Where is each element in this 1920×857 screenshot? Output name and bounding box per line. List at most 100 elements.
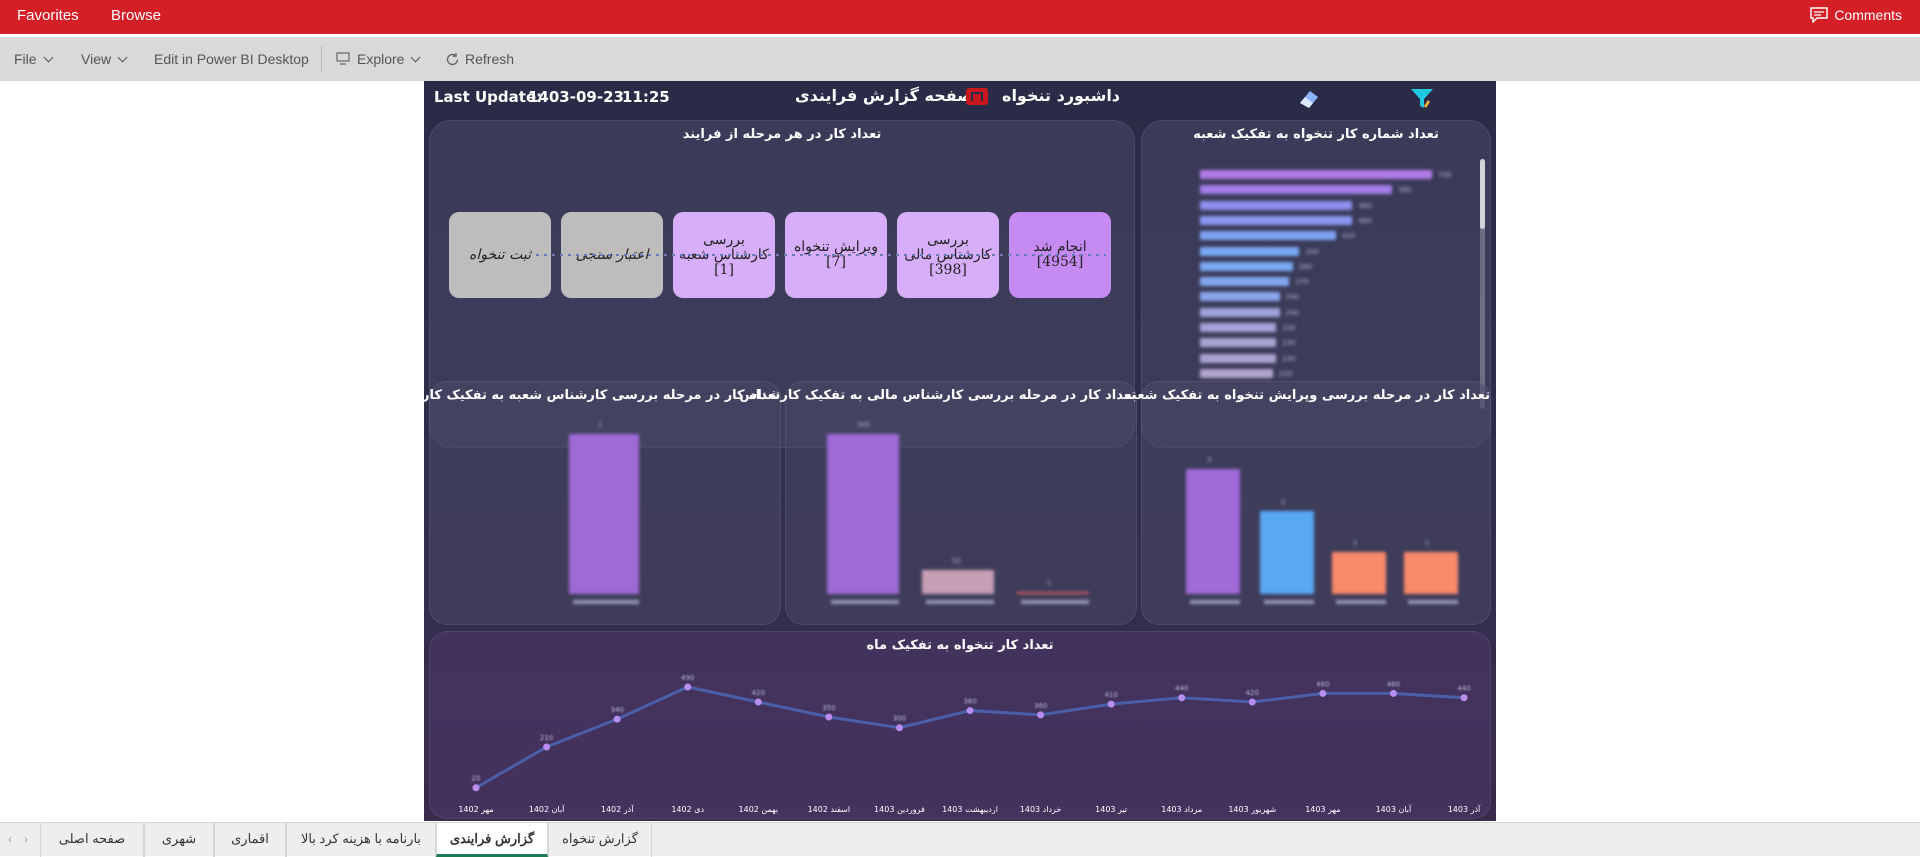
monthly-panel: تعداد کار تنخواه به تفکیک ماه 20 مهر 1402… [429, 631, 1491, 819]
browse-link[interactable]: Browse [111, 0, 161, 34]
branch-bar[interactable] [1200, 170, 1432, 179]
page-tab[interactable]: بارنامه با هزینه کرد بالا [286, 823, 436, 857]
explore-menu[interactable]: Explore [336, 37, 421, 81]
monthly-point-value: 460 [1316, 680, 1329, 688]
bar-category-label [1408, 600, 1458, 604]
monthly-line-chart: 20 مهر 1402 210 آبان 1402 340 آذر 1402 490 دی 1… [458, 674, 1481, 814]
chevron-down-icon [411, 52, 421, 62]
monthly-point-value: 490 [681, 674, 694, 682]
month-tick-label: آذر 1402 [601, 804, 634, 814]
scrollbar[interactable] [1480, 159, 1485, 409]
monthly-point[interactable] [543, 743, 551, 751]
branch-bar[interactable] [1200, 246, 1300, 256]
month-tick-label: اسفند 1402 [808, 805, 851, 814]
branch-bar[interactable] [1200, 353, 1277, 363]
monthly-point[interactable] [825, 713, 833, 721]
monthly-point-value: 440 [1457, 685, 1470, 693]
monthly-point-value: 420 [752, 689, 765, 697]
branch-bar-value: 270 [1295, 278, 1309, 287]
page-tab[interactable]: شهری [144, 823, 214, 857]
page-tab[interactable]: صفحه اصلی [40, 823, 144, 857]
bar-value-label: 345 [857, 421, 871, 429]
monthly-point-value: 20 [472, 775, 481, 783]
logo-icon [966, 88, 988, 105]
monthly-point-value: 350 [822, 704, 835, 712]
bar[interactable] [1260, 510, 1314, 594]
bar-value-label: 1 [1047, 579, 1052, 587]
page-tab[interactable]: گزارش فرایندی [436, 823, 548, 857]
monthly-point[interactable] [1319, 689, 1327, 697]
branch-bar-value: 460 [1358, 216, 1372, 225]
branch-bar-value: 460 [1358, 201, 1372, 210]
tab-scroll-left-icon[interactable]: ‹ [8, 823, 12, 857]
monthly-point[interactable] [1248, 698, 1256, 706]
branch-bar[interactable] [1200, 215, 1353, 225]
monthly-point[interactable] [754, 698, 762, 706]
branch-bar[interactable] [1200, 307, 1280, 317]
file-menu[interactable]: File [14, 37, 54, 81]
explore-icon [336, 52, 350, 65]
monthly-point[interactable] [472, 784, 480, 792]
edit-in-desktop-button[interactable]: Edit in Power BI Desktop [154, 37, 309, 81]
branch-bar-value: 580 [1398, 186, 1412, 195]
bar[interactable] [1017, 592, 1089, 594]
comment-icon [1810, 7, 1829, 23]
month-tick-label: آبان 1403 [1376, 804, 1412, 814]
branch-bar[interactable] [1200, 292, 1280, 302]
tab-scroll-right-icon[interactable]: › [24, 823, 28, 857]
monthly-point-value: 360 [1034, 702, 1047, 710]
refresh-button[interactable]: Refresh [445, 37, 514, 81]
page-tabs: ‹ › صفحه اصلی شهری اقماری بارنامه با هزینه … [0, 822, 1920, 857]
bar[interactable] [1186, 469, 1240, 594]
monthly-point[interactable] [684, 683, 692, 691]
report-canvas: Last Update: 1403-09-23 11:25 صفحه گزارش… [424, 81, 1496, 821]
comments-button[interactable]: Comments [1810, 0, 1902, 30]
branch-bar[interactable] [1200, 277, 1290, 287]
branch-bar[interactable] [1200, 185, 1393, 195]
branch-bar[interactable] [1200, 261, 1293, 271]
bar-category-label [1190, 600, 1240, 604]
monthly-point[interactable] [1037, 711, 1045, 719]
filter-icon[interactable] [1408, 86, 1436, 112]
branch-bar-value: 300 [1305, 247, 1319, 256]
monthly-point[interactable] [895, 724, 903, 732]
monthly-point[interactable] [1460, 694, 1468, 702]
page-tab[interactable]: گزارش تنخواه [548, 823, 652, 857]
branch-bar[interactable] [1200, 338, 1277, 348]
monthly-point[interactable] [1107, 700, 1115, 708]
branch-bar[interactable] [1200, 200, 1353, 210]
process-step-label: ثبت تنخواه [469, 246, 531, 263]
monthly-point[interactable] [1389, 689, 1397, 697]
page-title: داشبورد تنخواه [1002, 86, 1121, 105]
month-tick-label: مهر 1402 [458, 805, 493, 814]
month-tick-label: شهریور 1403 [1228, 805, 1276, 814]
monthly-point[interactable] [966, 707, 974, 715]
bar-value-label: 52 [952, 556, 961, 565]
branch-bar[interactable] [1200, 368, 1273, 378]
bar-category-label [573, 600, 639, 604]
branch-bar-value: 410 [1341, 232, 1356, 241]
view-menu[interactable]: View [81, 37, 128, 81]
edit-branch-title: تعداد کار در مرحله بررسی وپرایش تنخواه ب… [1124, 388, 1490, 403]
view-label: View [81, 51, 112, 67]
branch-bar-value: 700 [1438, 171, 1452, 179]
bar[interactable] [1404, 552, 1458, 594]
bar-category-label [926, 600, 994, 604]
bar[interactable] [1332, 552, 1386, 594]
month-tick-label: بهمن 1402 [739, 805, 779, 814]
monthly-point[interactable] [613, 715, 621, 723]
bar-value-label: 1 [1425, 539, 1430, 548]
bar[interactable] [827, 434, 899, 594]
favorites-link[interactable]: Favorites [17, 0, 79, 34]
monthly-point[interactable] [1178, 694, 1186, 702]
bar[interactable] [569, 434, 639, 594]
bar-category-label [831, 600, 899, 604]
page-tab[interactable]: اقماری [214, 823, 286, 857]
branch-bar[interactable] [1200, 323, 1277, 332]
branch-bar[interactable] [1200, 231, 1336, 241]
monthly-point-value: 300 [893, 715, 906, 723]
bar[interactable] [922, 569, 994, 594]
bar-category-label [1264, 600, 1314, 604]
toolbar-divider [321, 46, 322, 72]
eraser-icon[interactable] [1296, 87, 1322, 111]
